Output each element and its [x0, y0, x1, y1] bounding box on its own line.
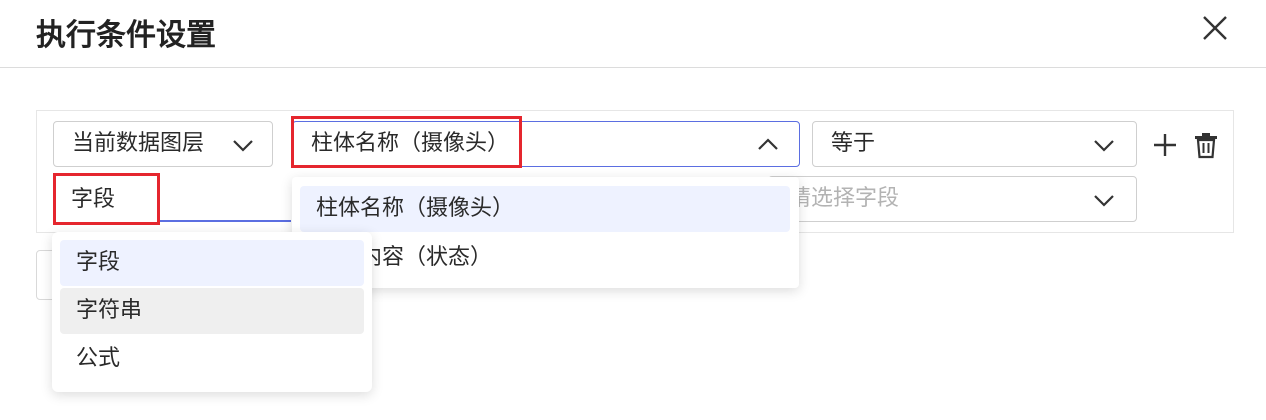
layer-select-value: 当前数据图层 — [72, 131, 205, 156]
field-option-label: 柱体名称（摄像头） — [316, 196, 515, 221]
type-option-label: 公式 — [76, 346, 121, 371]
dialog-header: 执行条件设置 — [0, 0, 1266, 68]
type-option[interactable]: 字符串 — [60, 288, 364, 334]
type-option-label: 字段 — [76, 250, 121, 275]
type-option[interactable]: 字段 — [60, 240, 364, 286]
plus-icon[interactable] — [1151, 131, 1179, 159]
chevron-down-icon — [1094, 195, 1114, 207]
field-option[interactable]: 柱体名称（摄像头） — [300, 186, 790, 232]
field-select-highlight — [291, 116, 522, 168]
layer-select[interactable]: 当前数据图层 — [53, 121, 273, 167]
value-type-focus-line — [160, 220, 291, 222]
value-type-highlight — [53, 173, 160, 225]
chevron-down-icon — [233, 140, 253, 152]
chevron-up-icon — [758, 138, 778, 150]
operator-select-value: 等于 — [831, 131, 876, 156]
type-option[interactable]: 公式 — [60, 336, 364, 382]
dialog-title: 执行条件设置 — [36, 18, 216, 53]
value-type-dropdown: 字段 字符串 公式 — [52, 232, 372, 392]
trash-icon[interactable] — [1193, 131, 1219, 159]
chevron-down-icon — [1094, 140, 1114, 152]
value-field-placeholder: 请选择字段 — [789, 186, 900, 211]
operator-select[interactable]: 等于 — [812, 121, 1137, 167]
field-option[interactable]: 柱体内容（状态） — [300, 235, 790, 281]
close-icon[interactable] — [1200, 13, 1230, 43]
value-field-select[interactable]: 请选择字段 — [768, 176, 1137, 222]
type-option-label: 字符串 — [76, 298, 143, 323]
